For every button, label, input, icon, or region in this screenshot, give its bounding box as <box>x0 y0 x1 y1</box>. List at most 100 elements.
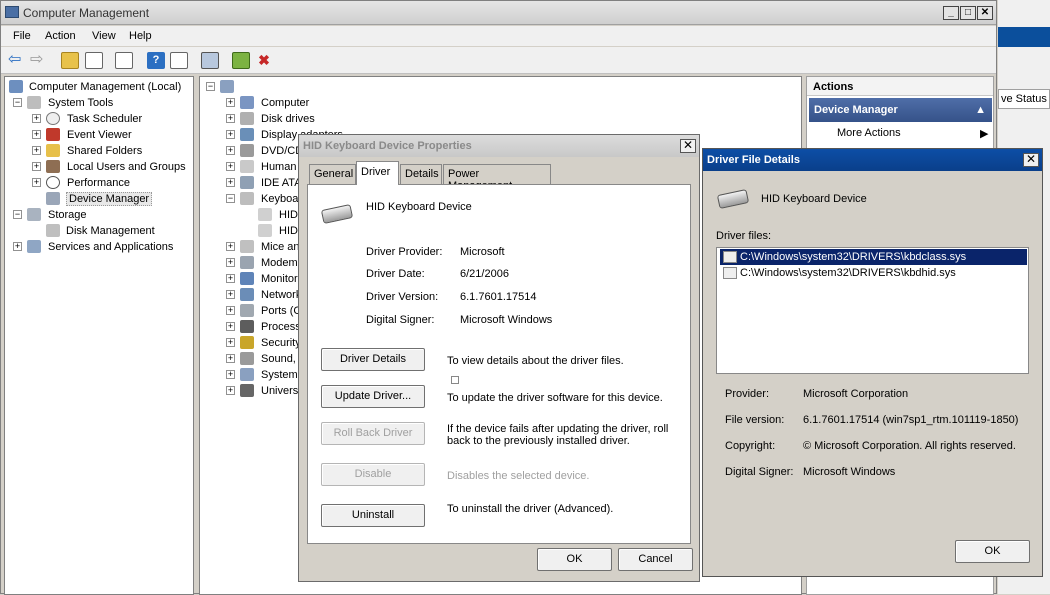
device-tree-item[interactable]: + IDE ATA <box>226 175 302 191</box>
minimize-button[interactable]: _ <box>943 6 959 20</box>
device-name: HID Keyboard Device <box>366 201 472 213</box>
device-tree-item[interactable]: + Security <box>226 335 301 351</box>
expand-icon[interactable]: + <box>32 146 41 155</box>
cancel-button[interactable]: Cancel <box>618 548 693 571</box>
driver-files-list[interactable]: C:\Windows\system32\DRIVERS\kbdclass.sys… <box>716 247 1029 374</box>
action-pane-icon[interactable] <box>170 52 188 69</box>
expand-icon[interactable]: + <box>32 130 41 139</box>
collapse-icon[interactable]: − <box>206 82 215 91</box>
expand-icon[interactable]: + <box>226 178 235 187</box>
tree-item-services-applications[interactable]: + Services and Applications <box>13 239 173 255</box>
tree-item-performance[interactable]: + Performance <box>32 175 130 191</box>
tree-item-disk-management[interactable]: Disk Management <box>46 223 155 239</box>
section-label: Device Manager <box>814 104 898 116</box>
close-button[interactable]: ✕ <box>977 6 993 20</box>
expand-icon[interactable]: + <box>32 178 41 187</box>
expand-icon[interactable]: + <box>226 242 235 251</box>
device-tree-item[interactable]: HID <box>258 223 298 239</box>
tree-item-task-scheduler[interactable]: + Task Scheduler <box>32 111 142 127</box>
services-icon <box>27 240 41 253</box>
tree-item-device-manager[interactable]: Device Manager <box>46 191 153 207</box>
tree-item-storage[interactable]: − Storage <box>13 207 87 223</box>
device-tree-item[interactable]: + Computer <box>226 95 309 111</box>
tab-general[interactable]: General <box>309 164 356 184</box>
device-tree-item[interactable]: + Disk drives <box>226 111 315 127</box>
expand-icon[interactable]: + <box>226 290 235 299</box>
uninstall-icon[interactable]: ✖ <box>255 52 273 69</box>
more-actions-link[interactable]: More Actions ▶ <box>837 127 988 140</box>
list-item[interactable]: C:\Windows\system32\DRIVERS\kbdclass.sys <box>720 249 1027 265</box>
device-tree-item[interactable]: + Ports (C <box>226 303 301 319</box>
close-button[interactable]: ✕ <box>680 139 696 153</box>
title-bar[interactable]: Computer Management _ □ ✕ <box>1 1 996 25</box>
device-tree-item[interactable]: HID <box>258 207 298 223</box>
tab-power-management[interactable]: Power Management <box>443 164 551 192</box>
scan-hardware-icon[interactable] <box>201 52 219 69</box>
expand-icon[interactable]: + <box>226 146 235 155</box>
ok-button[interactable]: OK <box>955 540 1030 563</box>
device-tree-item[interactable]: + Modems <box>226 255 303 271</box>
ok-button[interactable]: OK <box>537 548 612 571</box>
device-tree-item[interactable]: + System <box>226 367 298 383</box>
device-tree-item[interactable]: + Sound, <box>226 351 296 367</box>
update-driver-button[interactable]: Update Driver... <box>321 385 425 408</box>
help-icon[interactable]: ? <box>147 52 165 69</box>
tree-item-shared-folders[interactable]: + Shared Folders <box>32 143 142 159</box>
collapse-icon[interactable]: − <box>13 98 22 107</box>
expand-icon[interactable]: + <box>226 98 235 107</box>
expand-icon[interactable]: + <box>226 386 235 395</box>
close-button[interactable]: ✕ <box>1023 153 1039 167</box>
expand-icon[interactable]: + <box>226 114 235 123</box>
expand-icon[interactable]: + <box>32 162 41 171</box>
expand-icon[interactable]: + <box>226 162 235 171</box>
expand-icon[interactable]: + <box>13 242 22 251</box>
tree-item-event-viewer[interactable]: + Event Viewer <box>32 127 132 143</box>
menu-help[interactable]: Help <box>129 30 152 42</box>
list-item[interactable]: C:\Windows\system32\DRIVERS\kbdhid.sys <box>720 265 1027 281</box>
actions-section-device-manager[interactable]: Device Manager ▲ <box>809 98 992 122</box>
device-tree-item[interactable]: + Monitors <box>226 271 303 287</box>
device-tree-item[interactable]: + Network <box>226 287 301 303</box>
collapse-icon[interactable]: − <box>13 210 22 219</box>
disable-button[interactable]: Disable <box>321 463 425 486</box>
tree-item-system-tools[interactable]: − System Tools <box>13 95 113 111</box>
tree-item-computer-management[interactable]: Computer Management (Local) <box>9 79 181 95</box>
expand-icon[interactable]: + <box>226 322 235 331</box>
up-folder-icon[interactable] <box>61 52 79 69</box>
forward-icon[interactable]: ⇨ <box>30 52 48 69</box>
device-tree-item[interactable]: + DVD/CD <box>226 143 303 159</box>
device-manager-icon <box>46 192 60 205</box>
device-tree-item[interactable]: + Univers <box>226 383 298 399</box>
expand-icon[interactable]: + <box>226 354 235 363</box>
device-tree-item[interactable]: + Process <box>226 319 301 335</box>
show-hide-tree-icon[interactable] <box>85 52 103 69</box>
device-tree-item[interactable]: − Keyboar <box>226 191 302 207</box>
expand-icon[interactable]: + <box>226 258 235 267</box>
menu-action[interactable]: Action <box>45 30 76 42</box>
properties-icon[interactable] <box>115 52 133 69</box>
dvd-drive-icon <box>240 144 254 157</box>
driver-details-button[interactable]: Driver Details <box>321 348 425 371</box>
menu-view[interactable]: View <box>92 30 116 42</box>
collapse-icon[interactable]: − <box>226 194 235 203</box>
device-tree-item[interactable]: + Human I <box>226 159 303 175</box>
tree-item-local-users[interactable]: + Local Users and Groups <box>32 159 186 175</box>
back-icon[interactable]: ⇦ <box>8 52 26 69</box>
tab-details[interactable]: Details <box>400 164 442 184</box>
expand-icon[interactable]: + <box>226 338 235 347</box>
device-tree-item[interactable]: + Mice an <box>226 239 300 255</box>
expand-icon[interactable]: + <box>226 274 235 283</box>
expand-icon[interactable]: + <box>226 306 235 315</box>
dialog-title-bar[interactable]: HID Keyboard Device Properties ✕ <box>299 135 699 157</box>
expand-icon[interactable]: + <box>226 130 235 139</box>
uninstall-button[interactable]: Uninstall <box>321 504 425 527</box>
collapse-arrow-icon[interactable]: ▲ <box>975 104 986 116</box>
maximize-button[interactable]: □ <box>960 6 976 20</box>
roll-back-driver-button[interactable]: Roll Back Driver <box>321 422 425 445</box>
update-driver-icon[interactable] <box>232 52 250 69</box>
tab-driver[interactable]: Driver <box>356 161 399 185</box>
dialog-title-bar[interactable]: Driver File Details ✕ <box>703 149 1042 171</box>
expand-icon[interactable]: + <box>32 114 41 123</box>
menu-file[interactable]: File <box>13 30 31 42</box>
expand-icon[interactable]: + <box>226 370 235 379</box>
